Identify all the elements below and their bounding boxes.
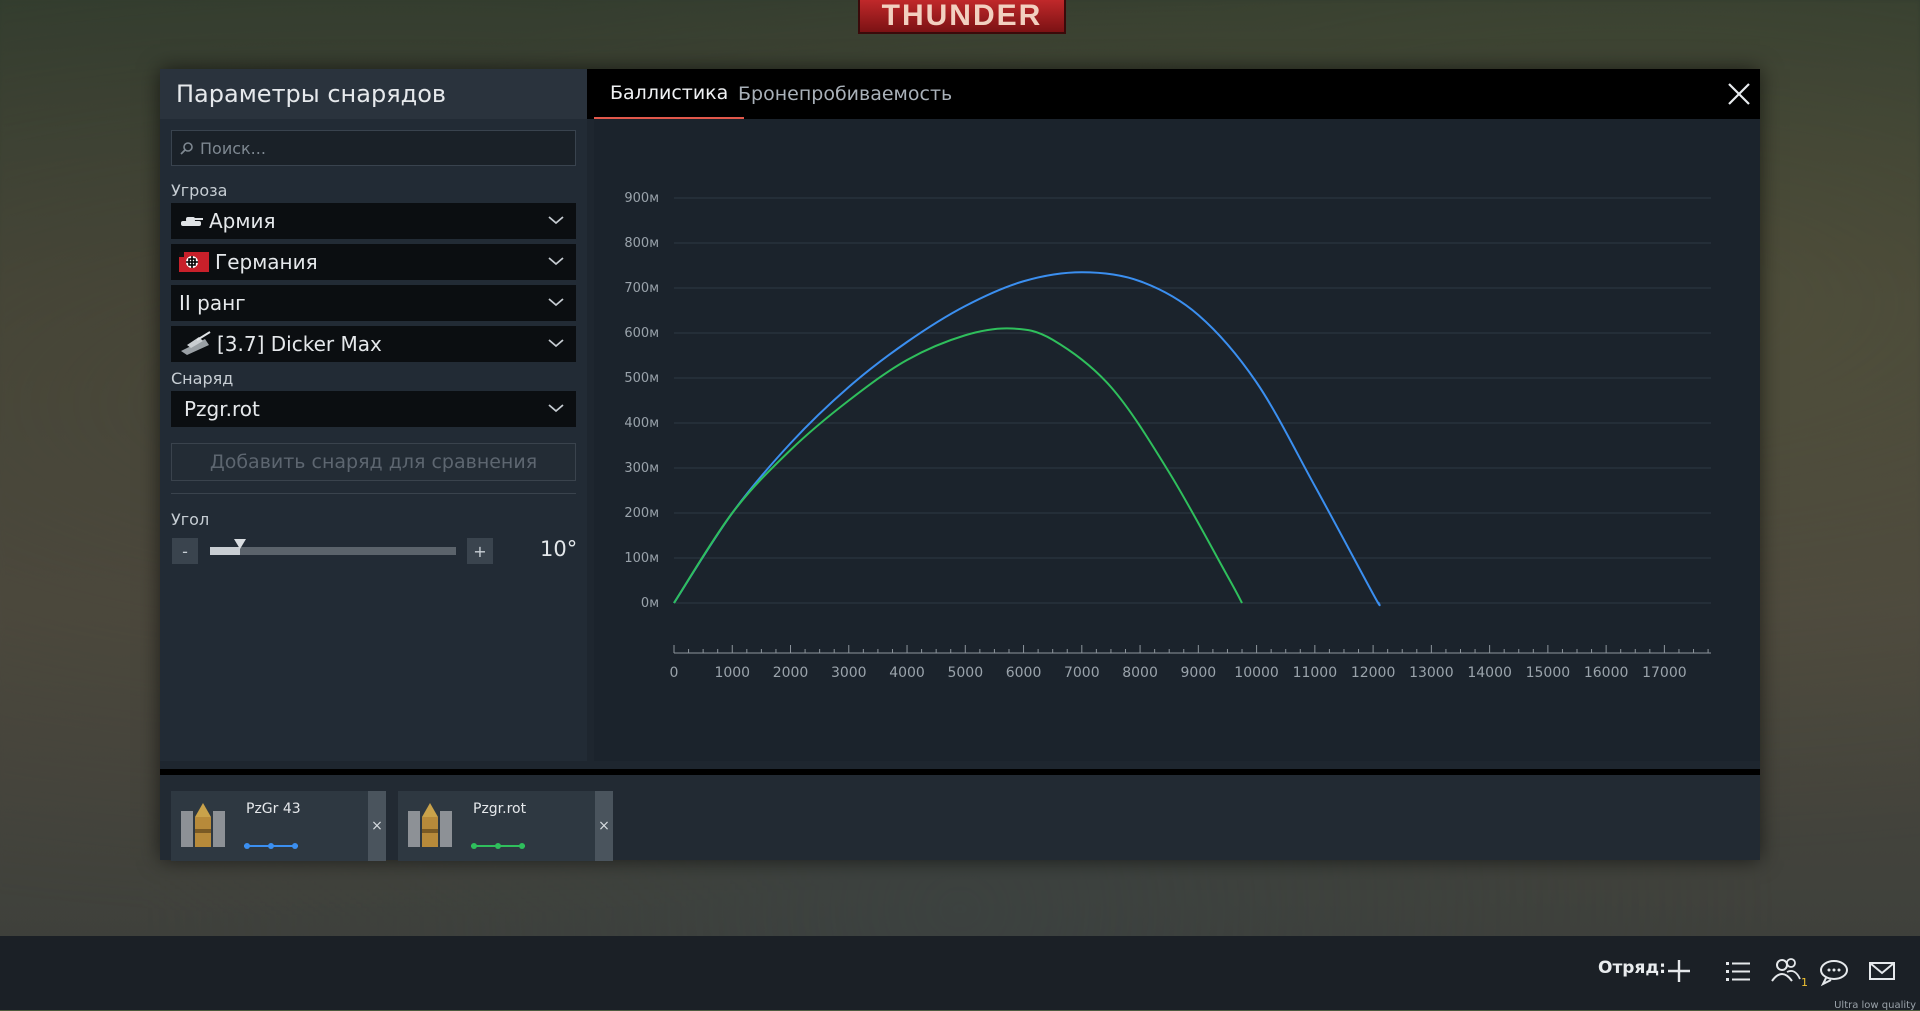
chat-icon[interactable] bbox=[1817, 954, 1851, 988]
right-panel: Баллистика Бронепробиваемость 900м 800м 70… bbox=[587, 69, 1760, 761]
series-dot bbox=[244, 843, 250, 849]
series-dot bbox=[292, 843, 298, 849]
friends-icon[interactable] bbox=[1769, 954, 1803, 988]
y-tick-label: 900м bbox=[624, 191, 659, 206]
x-tick-label: 5000 bbox=[947, 665, 983, 681]
x-tick-label: 9000 bbox=[1181, 665, 1217, 681]
trajectory-series-2 bbox=[673, 327, 1243, 604]
game-logo: THUNDER bbox=[858, 0, 1066, 34]
dropdown-vehicle[interactable]: [3.7] Dicker Max bbox=[171, 326, 576, 362]
y-tick-label: 100м bbox=[624, 551, 659, 566]
quality-label: Ultra low quality bbox=[1834, 1000, 1916, 1011]
chevron-down-icon bbox=[548, 339, 564, 348]
tank-silhouette-icon bbox=[181, 217, 203, 226]
list-icon[interactable] bbox=[1721, 954, 1755, 988]
y-tick-label: 300м bbox=[624, 461, 659, 476]
panel-title: Параметры снарядов bbox=[160, 69, 587, 119]
close-icon[interactable] bbox=[1726, 81, 1752, 107]
angle-value: 10° bbox=[540, 537, 578, 561]
x-tick-label: 7000 bbox=[1064, 665, 1100, 681]
ballistics-chart-svg: 900м 800м 700м 600м 500м 400м 300м 200м 100м 0м 0 1… bbox=[624, 191, 1711, 681]
shell-name: PzGr 43 bbox=[246, 801, 301, 817]
series-line-indicator bbox=[244, 843, 298, 849]
y-tick-label: 800м bbox=[624, 236, 659, 251]
series-dot bbox=[519, 843, 525, 849]
angle-increase-button[interactable]: + bbox=[467, 538, 493, 564]
shell-card[interactable]: Pzgr.rot × bbox=[398, 791, 613, 861]
x-tick-label: 1000 bbox=[714, 665, 750, 681]
remove-shell-button[interactable]: × bbox=[368, 791, 386, 861]
bottom-taskbar: Отряд: 1 Ultra low quality bbox=[0, 936, 1920, 1011]
add-shell-compare-button[interactable]: Добавить снаряд для сравнения bbox=[171, 443, 576, 481]
x-tick-label: 17000 bbox=[1642, 665, 1687, 681]
y-tick-label: 400м bbox=[624, 416, 659, 431]
shell-card[interactable]: PzGr 43 × bbox=[171, 791, 386, 861]
remove-shell-button[interactable]: × bbox=[595, 791, 613, 861]
divider bbox=[171, 493, 576, 494]
shell-icon bbox=[408, 803, 452, 847]
trajectory-series-1 bbox=[673, 271, 1381, 607]
friends-badge: 1 bbox=[1801, 976, 1808, 989]
shell-tray: PzGr 43 × Pzgr.rot × bbox=[160, 769, 1760, 861]
dropdown-shell[interactable]: Pzgr.rot bbox=[171, 391, 576, 427]
shell-parameters-window: Параметры снарядов Угроза Армия bbox=[160, 69, 1760, 861]
dropdown-rank[interactable]: II ранг bbox=[171, 285, 576, 321]
dropdown-value: Германия bbox=[215, 250, 318, 274]
dropdown-value: II ранг bbox=[179, 291, 246, 315]
angle-slider[interactable] bbox=[210, 539, 456, 555]
angle-decrease-button[interactable]: - bbox=[172, 538, 198, 564]
left-panel: Параметры снарядов Угроза Армия bbox=[160, 69, 587, 761]
x-tick-label: 4000 bbox=[889, 665, 925, 681]
search-field[interactable] bbox=[171, 130, 576, 166]
y-tick-label: 600м bbox=[624, 326, 659, 341]
x-tick-label: 15000 bbox=[1526, 665, 1571, 681]
search-icon bbox=[180, 142, 193, 155]
x-tick-label: 14000 bbox=[1467, 665, 1512, 681]
dropdown-army[interactable]: Армия bbox=[171, 203, 576, 239]
mail-icon[interactable] bbox=[1865, 954, 1899, 988]
series-dot bbox=[471, 843, 477, 849]
chevron-down-icon bbox=[548, 404, 564, 413]
x-tick-label: 11000 bbox=[1293, 665, 1338, 681]
y-tick-label: 500м bbox=[624, 371, 659, 386]
squad-label: Отряд: bbox=[1598, 958, 1666, 978]
x-tick-label: 2000 bbox=[773, 665, 809, 681]
shell-icon bbox=[181, 803, 225, 847]
y-tick-label: 200м bbox=[624, 506, 659, 521]
plus-icon[interactable] bbox=[1662, 954, 1696, 988]
x-tick-label: 12000 bbox=[1351, 665, 1396, 681]
shell-label: Снаряд bbox=[171, 369, 234, 388]
series-dot bbox=[495, 843, 501, 849]
tab-penetration[interactable]: Бронепробиваемость bbox=[738, 69, 952, 119]
chevron-down-icon bbox=[548, 298, 564, 307]
x-tick-label: 16000 bbox=[1584, 665, 1629, 681]
angle-slider-thumb[interactable] bbox=[233, 539, 246, 549]
tab-bar: Баллистика Бронепробиваемость bbox=[587, 69, 1760, 119]
x-tick-label: 3000 bbox=[831, 665, 867, 681]
series-line-indicator bbox=[471, 843, 525, 849]
x-tick-label: 13000 bbox=[1409, 665, 1454, 681]
ballistics-chart: 900м 800м 700м 600м 500м 400м 300м 200м 100м 0м 0 1… bbox=[594, 119, 1760, 761]
y-tick-label: 0м bbox=[641, 596, 659, 611]
germany-flag-icon bbox=[179, 252, 209, 272]
chevron-down-icon bbox=[548, 257, 564, 266]
tab-ballistics[interactable]: Баллистика bbox=[594, 69, 745, 119]
x-tick-label: 8000 bbox=[1122, 665, 1158, 681]
vehicle-icon bbox=[181, 331, 211, 355]
dropdown-value: Армия bbox=[209, 209, 276, 233]
chevron-down-icon bbox=[548, 216, 564, 225]
y-tick-label: 700м bbox=[624, 281, 659, 296]
x-tick-label: 10000 bbox=[1234, 665, 1279, 681]
threat-label: Угроза bbox=[171, 181, 228, 200]
dropdown-country[interactable]: Германия bbox=[171, 244, 576, 280]
dropdown-value: Pzgr.rot bbox=[184, 397, 260, 421]
search-input[interactable] bbox=[198, 137, 562, 159]
x-tick-label: 0 bbox=[670, 665, 679, 681]
dropdown-value: [3.7] Dicker Max bbox=[217, 332, 382, 356]
angle-label: Угол bbox=[171, 510, 210, 529]
shell-name: Pzgr.rot bbox=[473, 801, 527, 817]
series-dot bbox=[268, 843, 274, 849]
x-tick-label: 6000 bbox=[1006, 665, 1042, 681]
